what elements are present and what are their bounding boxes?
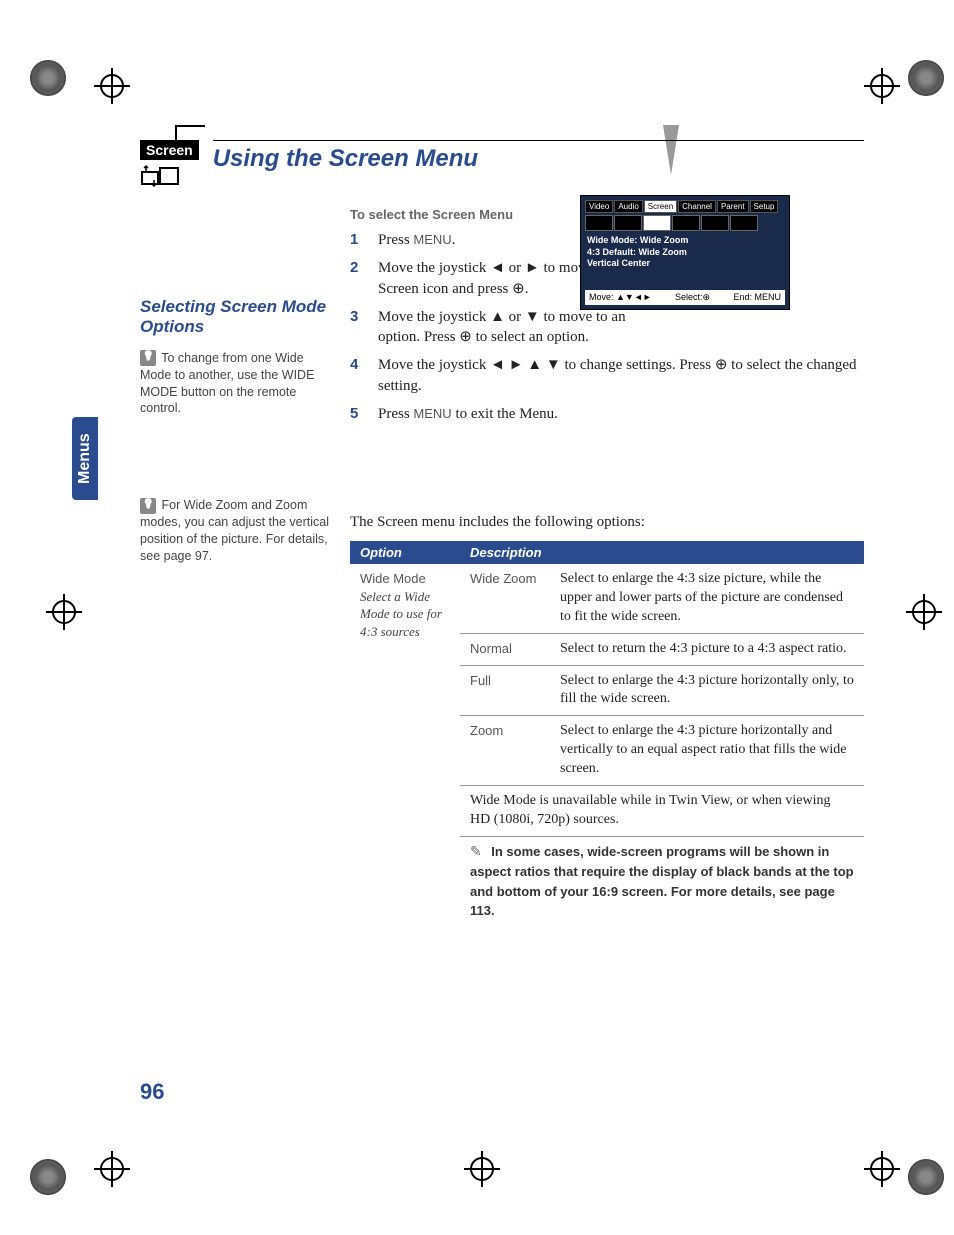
tip-change-wide-mode: To change from one Wide Mode to another,…	[140, 350, 330, 418]
section-title: Selecting Screen Mode Options	[140, 297, 330, 338]
osd-body: Wide Mode: Wide Zoom 4:3 Default: Wide Z…	[587, 235, 783, 270]
screen-menu-icon	[140, 164, 180, 192]
side-tab-menus: Menus	[72, 417, 98, 500]
print-decor	[908, 1159, 944, 1195]
osd-tab: Setup	[750, 200, 779, 213]
osd-tab-active: Screen	[644, 200, 677, 213]
screen-tag-label: Screen	[140, 140, 199, 160]
osd-icon	[730, 215, 758, 231]
print-decor	[30, 1159, 66, 1195]
screen-badge: Screen	[140, 140, 199, 197]
options-table: Option Description Wide Mode Select a Wi…	[350, 541, 864, 928]
print-decor	[908, 60, 944, 96]
page-number: 96	[140, 1079, 164, 1105]
page-title: Using the Screen Menu	[213, 140, 864, 173]
pencil-icon: ✎	[470, 845, 482, 860]
crop-mark	[870, 74, 894, 98]
osd-icon	[672, 215, 700, 231]
print-decor	[30, 60, 66, 96]
lightbulb-icon	[140, 350, 156, 366]
crop-mark	[912, 600, 936, 624]
osd-tab: Parent	[717, 200, 749, 213]
osd-icon	[585, 215, 613, 231]
osd-icon	[701, 215, 729, 231]
step-5: 5 Press MENU to exit the Menu.	[350, 404, 864, 424]
tip-vertical-position: For Wide Zoom and Zoom modes, you can ad…	[140, 497, 330, 565]
osd-icon	[614, 215, 642, 231]
osd-footer: Move: ▲▼◄► Select:⊕ End: MENU	[585, 290, 785, 305]
step-4: 4 Move the joystick ◄ ► ▲ ▼ to change se…	[350, 355, 864, 396]
osd-preview: Video Audio Screen Channel Parent Setup …	[580, 195, 790, 310]
options-intro: The Screen menu includes the following o…	[350, 514, 864, 531]
osd-tab: Audio	[614, 200, 642, 213]
crop-mark	[470, 1157, 494, 1181]
crop-mark	[100, 74, 124, 98]
col-option: Option	[350, 541, 460, 564]
step-3: 3 Move the joystick ▲ or ▼ to move to an…	[350, 307, 864, 348]
lightbulb-icon	[140, 498, 156, 514]
osd-tab: Video	[585, 200, 613, 213]
osd-tab: Channel	[678, 200, 716, 213]
crop-mark	[100, 1157, 124, 1181]
table-row: Wide Mode Select a Wide Mode to use for …	[350, 564, 864, 633]
crop-mark	[52, 600, 76, 624]
osd-icon-active	[643, 215, 671, 231]
crop-mark	[870, 1157, 894, 1181]
col-description: Description	[460, 541, 864, 564]
